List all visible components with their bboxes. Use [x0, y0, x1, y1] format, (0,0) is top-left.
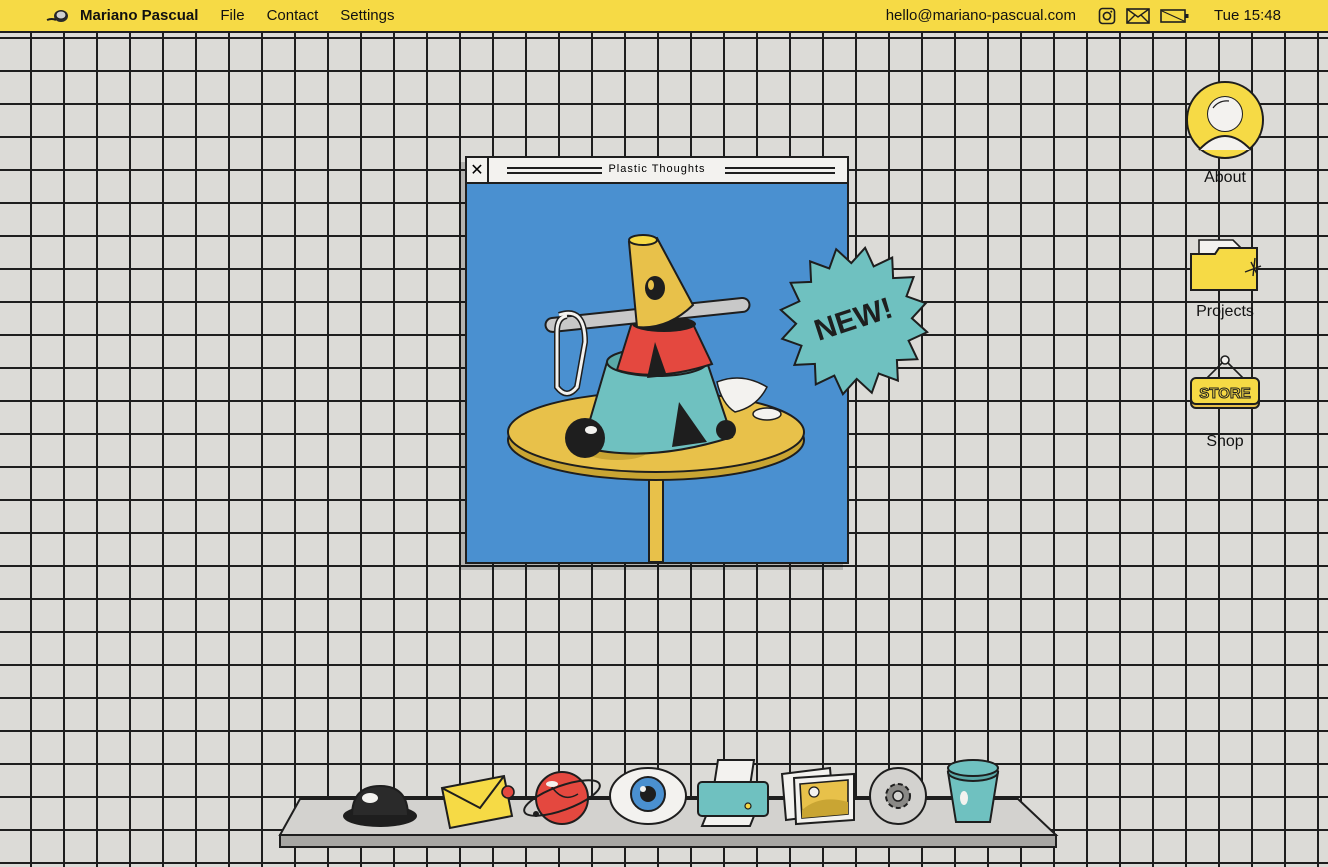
window-titlebar[interactable]: ✕ Plastic Thoughts	[467, 158, 847, 184]
desktop-icon-shop[interactable]: STORE Shop	[1165, 354, 1285, 451]
svg-text:STORE: STORE	[1199, 385, 1250, 402]
battery-icon	[1160, 8, 1190, 24]
about-label: About	[1204, 169, 1246, 186]
instagram-icon[interactable]	[1098, 7, 1116, 25]
mail-icon[interactable]	[1126, 7, 1150, 24]
avatar-icon	[1186, 81, 1264, 159]
mouse-logo-icon[interactable]	[46, 9, 70, 23]
desktop-icon-projects[interactable]: Projects	[1165, 232, 1285, 321]
shop-label: Shop	[1206, 433, 1244, 450]
email-link[interactable]: hello@mariano-pascual.com	[886, 7, 1076, 24]
folder-icon	[1190, 239, 1262, 291]
printer-icon[interactable]	[692, 758, 774, 828]
app-name[interactable]: Mariano Pascual	[80, 7, 198, 24]
menu-contact[interactable]: Contact	[267, 7, 319, 24]
store-sign-icon: STORE	[1190, 355, 1260, 409]
photos-icon[interactable]	[778, 766, 858, 826]
hole-icon[interactable]	[340, 780, 420, 830]
desktop-icon-about[interactable]: About	[1165, 80, 1285, 187]
eye-icon[interactable]	[606, 765, 690, 827]
envelope-icon[interactable]	[438, 772, 520, 830]
menu-file[interactable]: File	[220, 7, 244, 24]
clock: Tue 15:48	[1214, 7, 1281, 24]
planet-icon[interactable]	[520, 764, 604, 832]
trash-bin-icon[interactable]	[942, 758, 1004, 826]
status-area: hello@mariano-pascual.com Tue 15:48	[886, 7, 1281, 25]
settings-gear-icon[interactable]	[866, 766, 930, 828]
menu-settings[interactable]: Settings	[340, 7, 394, 24]
projects-label: Projects	[1196, 303, 1254, 320]
window-title: Plastic Thoughts	[467, 163, 847, 175]
new-badge[interactable]: NEW!	[776, 243, 932, 399]
menu-bar: Mariano Pascual File Contact Settings he…	[0, 0, 1328, 33]
